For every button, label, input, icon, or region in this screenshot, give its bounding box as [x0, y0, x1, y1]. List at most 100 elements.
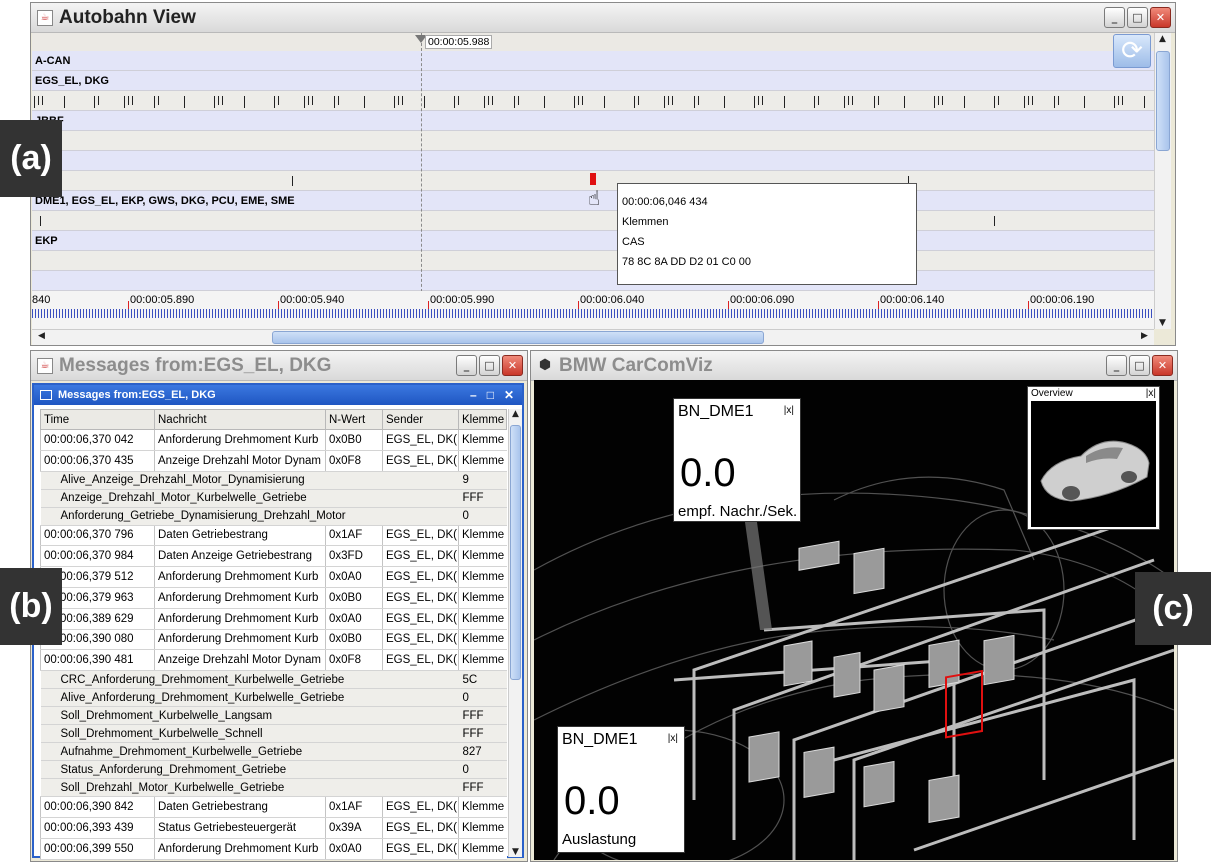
message-event-tick[interactable] — [218, 96, 219, 105]
message-event-tick[interactable] — [398, 96, 399, 105]
message-row[interactable]: 00:00:06,370 796 Daten Getriebestrang 0x1A… — [40, 524, 507, 547]
column-header-klemme[interactable]: Klemme — [458, 409, 507, 430]
autobahn-titlebar[interactable]: ☕ Autobahn View _ □ ✕ — [31, 3, 1175, 33]
lane-events[interactable] — [32, 251, 1154, 271]
message-row[interactable]: 00:00:06,379 963 Anforderung Drehmoment K… — [40, 586, 507, 609]
message-event-tick[interactable] — [128, 96, 129, 105]
scroll-up-icon[interactable]: ▲ — [1155, 34, 1170, 44]
message-event-tick[interactable] — [994, 96, 995, 108]
message-event-tick[interactable] — [312, 96, 313, 105]
column-header-nachricht[interactable]: Nachricht — [154, 409, 326, 430]
scroll-up-icon[interactable]: ▲ — [509, 409, 522, 419]
message-event-tick[interactable] — [132, 96, 133, 105]
overview-panel[interactable]: Overview |x| — [1027, 386, 1160, 530]
message-event-tick[interactable] — [582, 96, 583, 105]
message-event-tick[interactable] — [1024, 96, 1025, 108]
scroll-left-icon[interactable]: ◀ — [34, 331, 49, 341]
message-event-tick[interactable] — [488, 96, 489, 105]
signal-row[interactable]: Anforderung_Getriebe_Dynamisierung_Drehz… — [40, 507, 507, 526]
lane-events[interactable] — [32, 271, 1154, 291]
timeline-vertical-scrollbar[interactable]: ▲ ▼ — [1154, 33, 1171, 329]
message-event-tick[interactable] — [942, 96, 943, 105]
message-event-tick[interactable] — [998, 96, 999, 105]
message-event-tick[interactable] — [278, 96, 279, 105]
message-event-tick[interactable] — [454, 96, 455, 108]
signal-row[interactable]: Soll_Drehmoment_Kurbelwelle_Schnell FFF — [40, 724, 507, 744]
scroll-thumb[interactable] — [510, 425, 521, 680]
message-event-tick[interactable] — [762, 96, 763, 105]
minimize-button[interactable]: _ — [1104, 7, 1125, 28]
close-button[interactable]: ✕ — [1150, 7, 1171, 28]
signal-row[interactable]: Aufnahme_Drehmoment_Kurbelwelle_Getriebe… — [40, 742, 507, 762]
maximize-button[interactable]: □ — [1129, 355, 1150, 376]
message-event-tick[interactable] — [1054, 96, 1055, 108]
maximize-icon[interactable]: □ — [487, 388, 494, 402]
lane-events[interactable] — [32, 151, 1154, 171]
message-event-tick[interactable] — [818, 96, 819, 105]
message-event-tick[interactable] — [334, 96, 335, 108]
close-button[interactable]: ✕ — [1152, 355, 1173, 376]
message-event-tick[interactable] — [154, 96, 155, 108]
selected-message-marker[interactable] — [590, 173, 596, 185]
signal-row[interactable]: Status_Anforderung_Drehmoment_Getriebe 0 — [40, 760, 507, 780]
message-event-tick[interactable] — [484, 96, 485, 108]
minimize-icon[interactable]: – — [470, 388, 477, 402]
message-event-tick[interactable] — [1118, 96, 1119, 105]
messages-titlebar[interactable]: ☕ Messages from:EGS_EL, DKG _ □ ✕ — [31, 351, 527, 381]
carcomviz-titlebar[interactable]: ⬢ BMW CarComViz _ □ ✕ — [531, 351, 1177, 381]
message-event-tick[interactable] — [304, 96, 305, 108]
message-event-tick[interactable] — [124, 96, 125, 108]
message-event-tick[interactable] — [784, 96, 785, 108]
column-header-time[interactable]: Time — [40, 409, 155, 430]
message-event-tick[interactable] — [878, 96, 879, 105]
message-event-tick[interactable] — [1122, 96, 1123, 105]
gauge-close-button[interactable]: |x| — [668, 733, 678, 744]
scroll-down-icon[interactable]: ▼ — [1155, 318, 1170, 328]
message-event-tick[interactable] — [364, 96, 365, 108]
signal-row[interactable]: Soll_Drehmoment_Kurbelwelle_Langsam FFF — [40, 706, 507, 726]
gauge-utilization[interactable]: BN_DME1 |x| 0.0 Auslastung — [557, 726, 685, 853]
overview-car-thumbnail[interactable] — [1031, 401, 1156, 527]
message-row[interactable]: 00:00:06,393 439 Status Getriebesteuerger… — [40, 816, 507, 839]
message-event-tick[interactable] — [214, 96, 215, 108]
signal-row[interactable]: Alive_Anforderung_Drehmoment_Kurbelwelle… — [40, 688, 507, 708]
close-button[interactable]: ✕ — [502, 355, 523, 376]
message-event-tick[interactable] — [544, 96, 545, 108]
message-event-tick[interactable] — [874, 96, 875, 108]
signal-row[interactable]: Soll_Drehzahl_Motor_Kurbelwelle_Getriebe… — [40, 778, 507, 798]
message-event-tick[interactable] — [518, 96, 519, 105]
message-event-tick[interactable] — [394, 96, 395, 108]
maximize-button[interactable]: □ — [479, 355, 500, 376]
maximize-button[interactable]: □ — [1127, 7, 1148, 28]
message-event-tick[interactable] — [42, 96, 43, 105]
message-event-tick[interactable] — [94, 96, 95, 108]
message-event-tick[interactable] — [292, 176, 293, 186]
close-icon[interactable]: ✕ — [504, 388, 514, 402]
message-event-tick[interactable] — [402, 96, 403, 105]
minimize-button[interactable]: _ — [456, 355, 477, 376]
message-event-tick[interactable] — [1032, 96, 1033, 105]
message-event-tick[interactable] — [1114, 96, 1115, 108]
message-event-tick[interactable] — [844, 96, 845, 108]
message-event-tick[interactable] — [514, 96, 515, 108]
message-row[interactable]: 00:00:06,390 080 Anforderung Drehmoment K… — [40, 628, 507, 651]
lane-events[interactable] — [32, 131, 1154, 151]
message-row[interactable]: 00:00:06,370 042 Anforderung Drehmoment K… — [40, 429, 507, 451]
message-event-tick[interactable] — [424, 96, 425, 108]
message-event-tick[interactable] — [698, 96, 699, 105]
message-event-tick[interactable] — [938, 96, 939, 105]
message-event-tick[interactable] — [98, 96, 99, 105]
message-event-tick[interactable] — [274, 96, 275, 108]
lane-events[interactable] — [32, 211, 1154, 231]
message-row[interactable]: 00:00:06,379 512 Anforderung Drehmoment K… — [40, 566, 507, 588]
messages-scrollbar[interactable]: ▲ ▼ — [508, 409, 522, 857]
message-row[interactable]: 00:00:06,389 629 Anforderung Drehmoment K… — [40, 607, 507, 630]
message-event-tick[interactable] — [1084, 96, 1085, 108]
scroll-thumb[interactable] — [272, 331, 764, 344]
message-event-tick[interactable] — [492, 96, 493, 105]
message-event-tick[interactable] — [1028, 96, 1029, 105]
column-header-n-wert[interactable]: N-Wert — [325, 409, 383, 430]
lane-events[interactable] — [32, 91, 1154, 111]
scroll-right-icon[interactable]: ▶ — [1137, 331, 1152, 341]
message-event-tick[interactable] — [574, 96, 575, 108]
